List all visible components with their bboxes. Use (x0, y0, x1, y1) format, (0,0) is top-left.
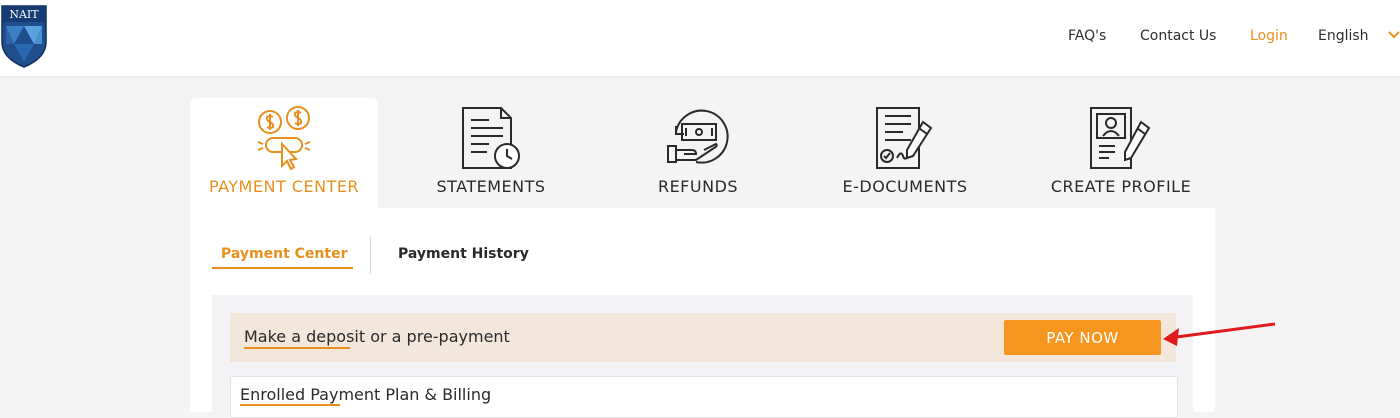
tab-label: STATEMENTS (436, 177, 546, 196)
subtab-payment-history[interactable]: Payment History (398, 246, 529, 262)
deposit-label-underline (244, 347, 350, 349)
tab-payment-center[interactable]: PAYMENT CENTER (190, 98, 378, 210)
tab-label: E-DOCUMENTS (842, 177, 968, 196)
e-documents-icon (876, 107, 933, 169)
nait-logo[interactable]: NAIT (0, 4, 48, 68)
faqs-link[interactable]: FAQ's (1068, 28, 1106, 44)
subtab-divider (370, 236, 371, 274)
create-profile-icon (1090, 107, 1151, 169)
logo-text: NAIT (9, 8, 39, 21)
tab-e-documents[interactable]: E-DOCUMENTS (811, 98, 999, 210)
payment-center-icon (257, 106, 311, 171)
subtab-payment-center[interactable]: Payment Center (221, 246, 347, 262)
refunds-icon (667, 109, 729, 164)
language-select[interactable]: English (1318, 28, 1369, 44)
chevron-down-icon[interactable] (1387, 28, 1400, 42)
subtab-active-underline (212, 267, 353, 269)
enrolled-label-underline (240, 404, 340, 406)
tab-label: REFUNDS (657, 177, 739, 196)
enrolled-plan-label: Enrolled Payment Plan & Billing (240, 385, 492, 404)
tab-label: PAYMENT CENTER (208, 177, 360, 196)
tab-refunds[interactable]: REFUNDS (604, 98, 792, 210)
contact-us-link[interactable]: Contact Us (1140, 28, 1216, 44)
statements-icon (462, 107, 520, 169)
tab-label: CREATE PROFILE (1050, 177, 1192, 196)
pay-now-button[interactable]: PAY NOW (1004, 320, 1161, 355)
deposit-label: Make a deposit or a pre-payment (244, 327, 510, 346)
tab-create-profile[interactable]: CREATE PROFILE (1026, 98, 1216, 210)
tab-statements[interactable]: STATEMENTS (397, 98, 585, 210)
red-arrow-annotation (1163, 322, 1276, 346)
login-link[interactable]: Login (1250, 28, 1288, 44)
top-header: NAIT FAQ's Contact Us Login English (0, 0, 1400, 76)
